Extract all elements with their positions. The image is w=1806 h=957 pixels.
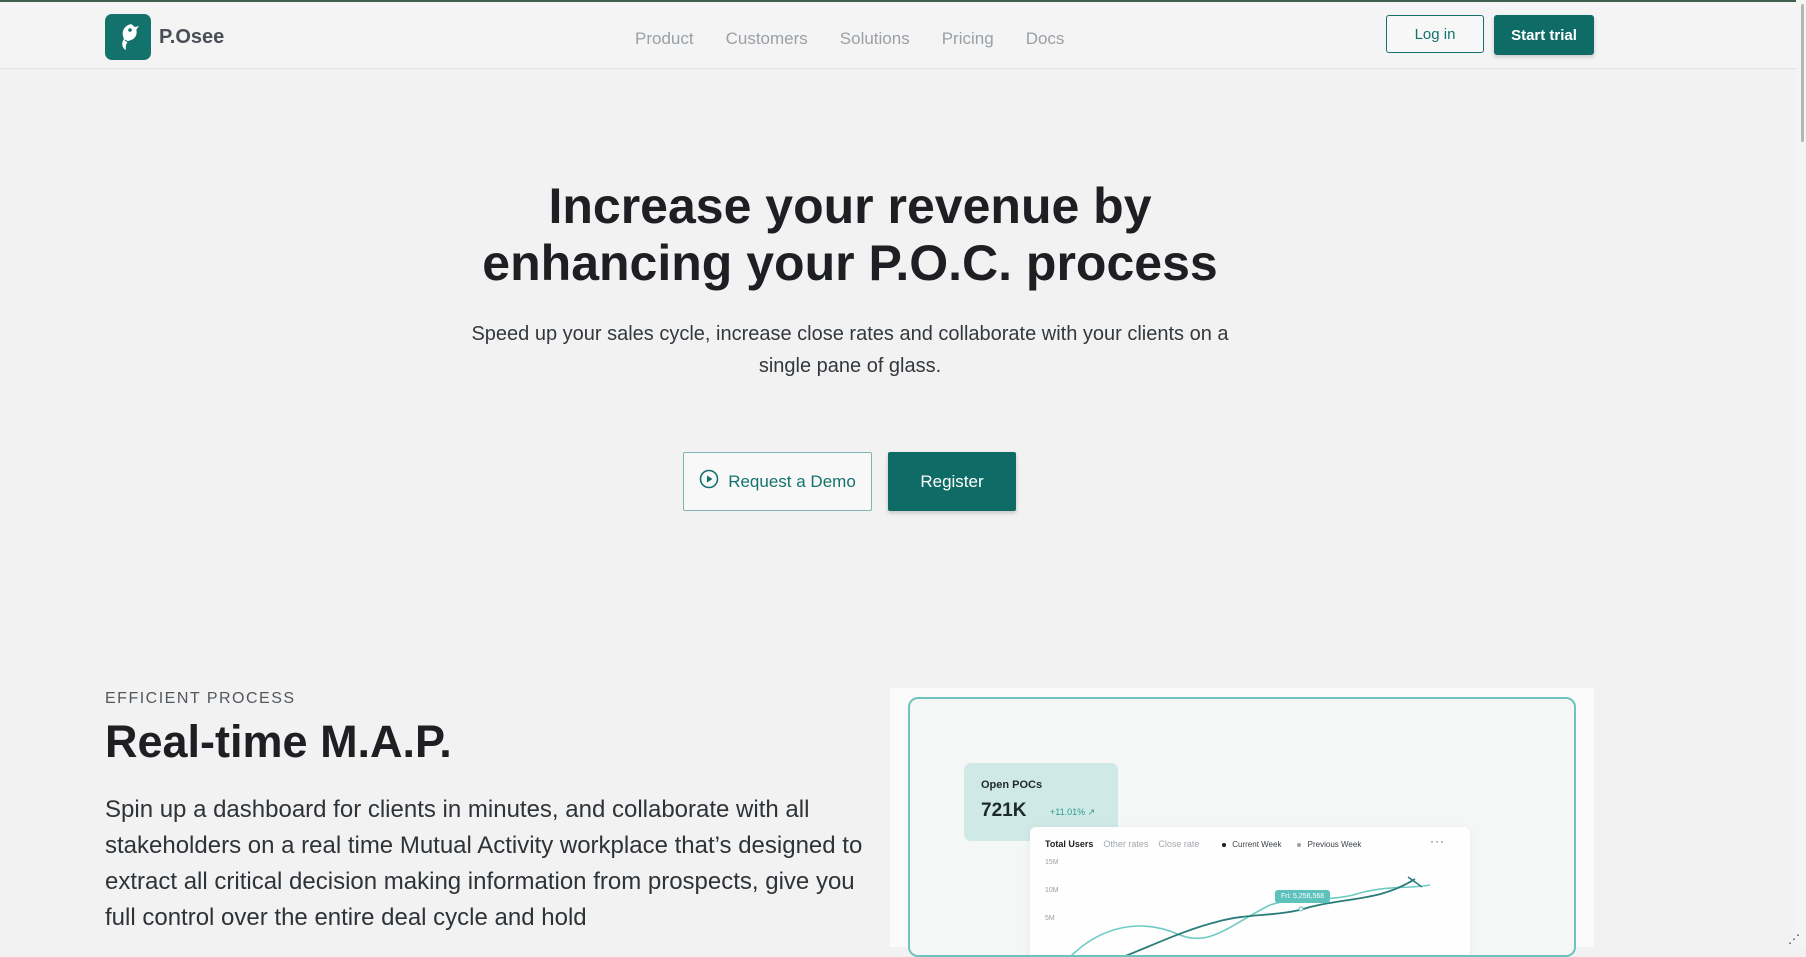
- register-button[interactable]: Register: [888, 452, 1016, 511]
- tooltip-point: [1298, 906, 1304, 912]
- total-users-chart-card: Total Users Other rates Close rate Curre…: [1030, 827, 1470, 955]
- nav-product[interactable]: Product: [635, 29, 694, 49]
- bird-logo-icon: [105, 14, 151, 60]
- request-demo-button[interactable]: Request a Demo: [683, 452, 872, 511]
- open-pocs-change-text: +11.01%: [1050, 807, 1086, 817]
- dashboard-preview: Open POCs 721K +11.01% ↗ Total Users Oth…: [908, 697, 1576, 957]
- nav-docs[interactable]: Docs: [1026, 29, 1065, 49]
- open-pocs-change: +11.01% ↗: [1050, 807, 1095, 818]
- open-pocs-value: 721K: [981, 800, 1027, 821]
- play-circle-icon: [699, 469, 719, 494]
- chart-tooltip: Fri: 5,256,568: [1275, 890, 1331, 903]
- brand-logo[interactable]: P.Osee: [105, 14, 224, 60]
- section-body: Spin up a dashboard for clients in minut…: [105, 796, 863, 931]
- chart-lines: [1070, 876, 1431, 955]
- resize-handle-icon: ⋰: [1788, 932, 1800, 946]
- hero-title: Increase your revenue by enhancing your …: [350, 178, 1350, 292]
- nav-pricing[interactable]: Pricing: [942, 29, 994, 49]
- login-button[interactable]: Log in: [1386, 15, 1484, 53]
- main-nav: Product Customers Solutions Pricing Docs: [635, 29, 1064, 49]
- start-trial-button[interactable]: Start trial: [1494, 15, 1594, 55]
- nav-solutions[interactable]: Solutions: [840, 29, 910, 49]
- nav-customers[interactable]: Customers: [726, 29, 808, 49]
- site-header: P.Osee Product Customers Solutions Prici…: [0, 2, 1806, 69]
- open-pocs-label: Open POCs: [981, 779, 1043, 791]
- request-demo-label: Request a Demo: [728, 471, 856, 491]
- section-title: Real-time M.A.P.: [105, 716, 452, 767]
- trend-up-icon: ↗: [1087, 807, 1096, 817]
- hero-subtitle-line2: single pane of glass.: [758, 355, 942, 377]
- hero-subtitle-line1: Speed up your sales cycle, increase clos…: [471, 323, 1229, 345]
- section-eyebrow: EFFICIENT PROCESS: [105, 690, 296, 707]
- hero-title-line1: Increase your revenue by: [548, 178, 1152, 234]
- hero-subtitle: Speed up your sales cycle, increase clos…: [430, 318, 1270, 382]
- page-scrollbar[interactable]: [1796, 0, 1806, 947]
- brand-name: P.Osee: [159, 25, 225, 48]
- scrollbar-thumb[interactable]: [1801, 4, 1804, 142]
- hero-title-line2: enhancing your P.O.C. process: [482, 235, 1218, 291]
